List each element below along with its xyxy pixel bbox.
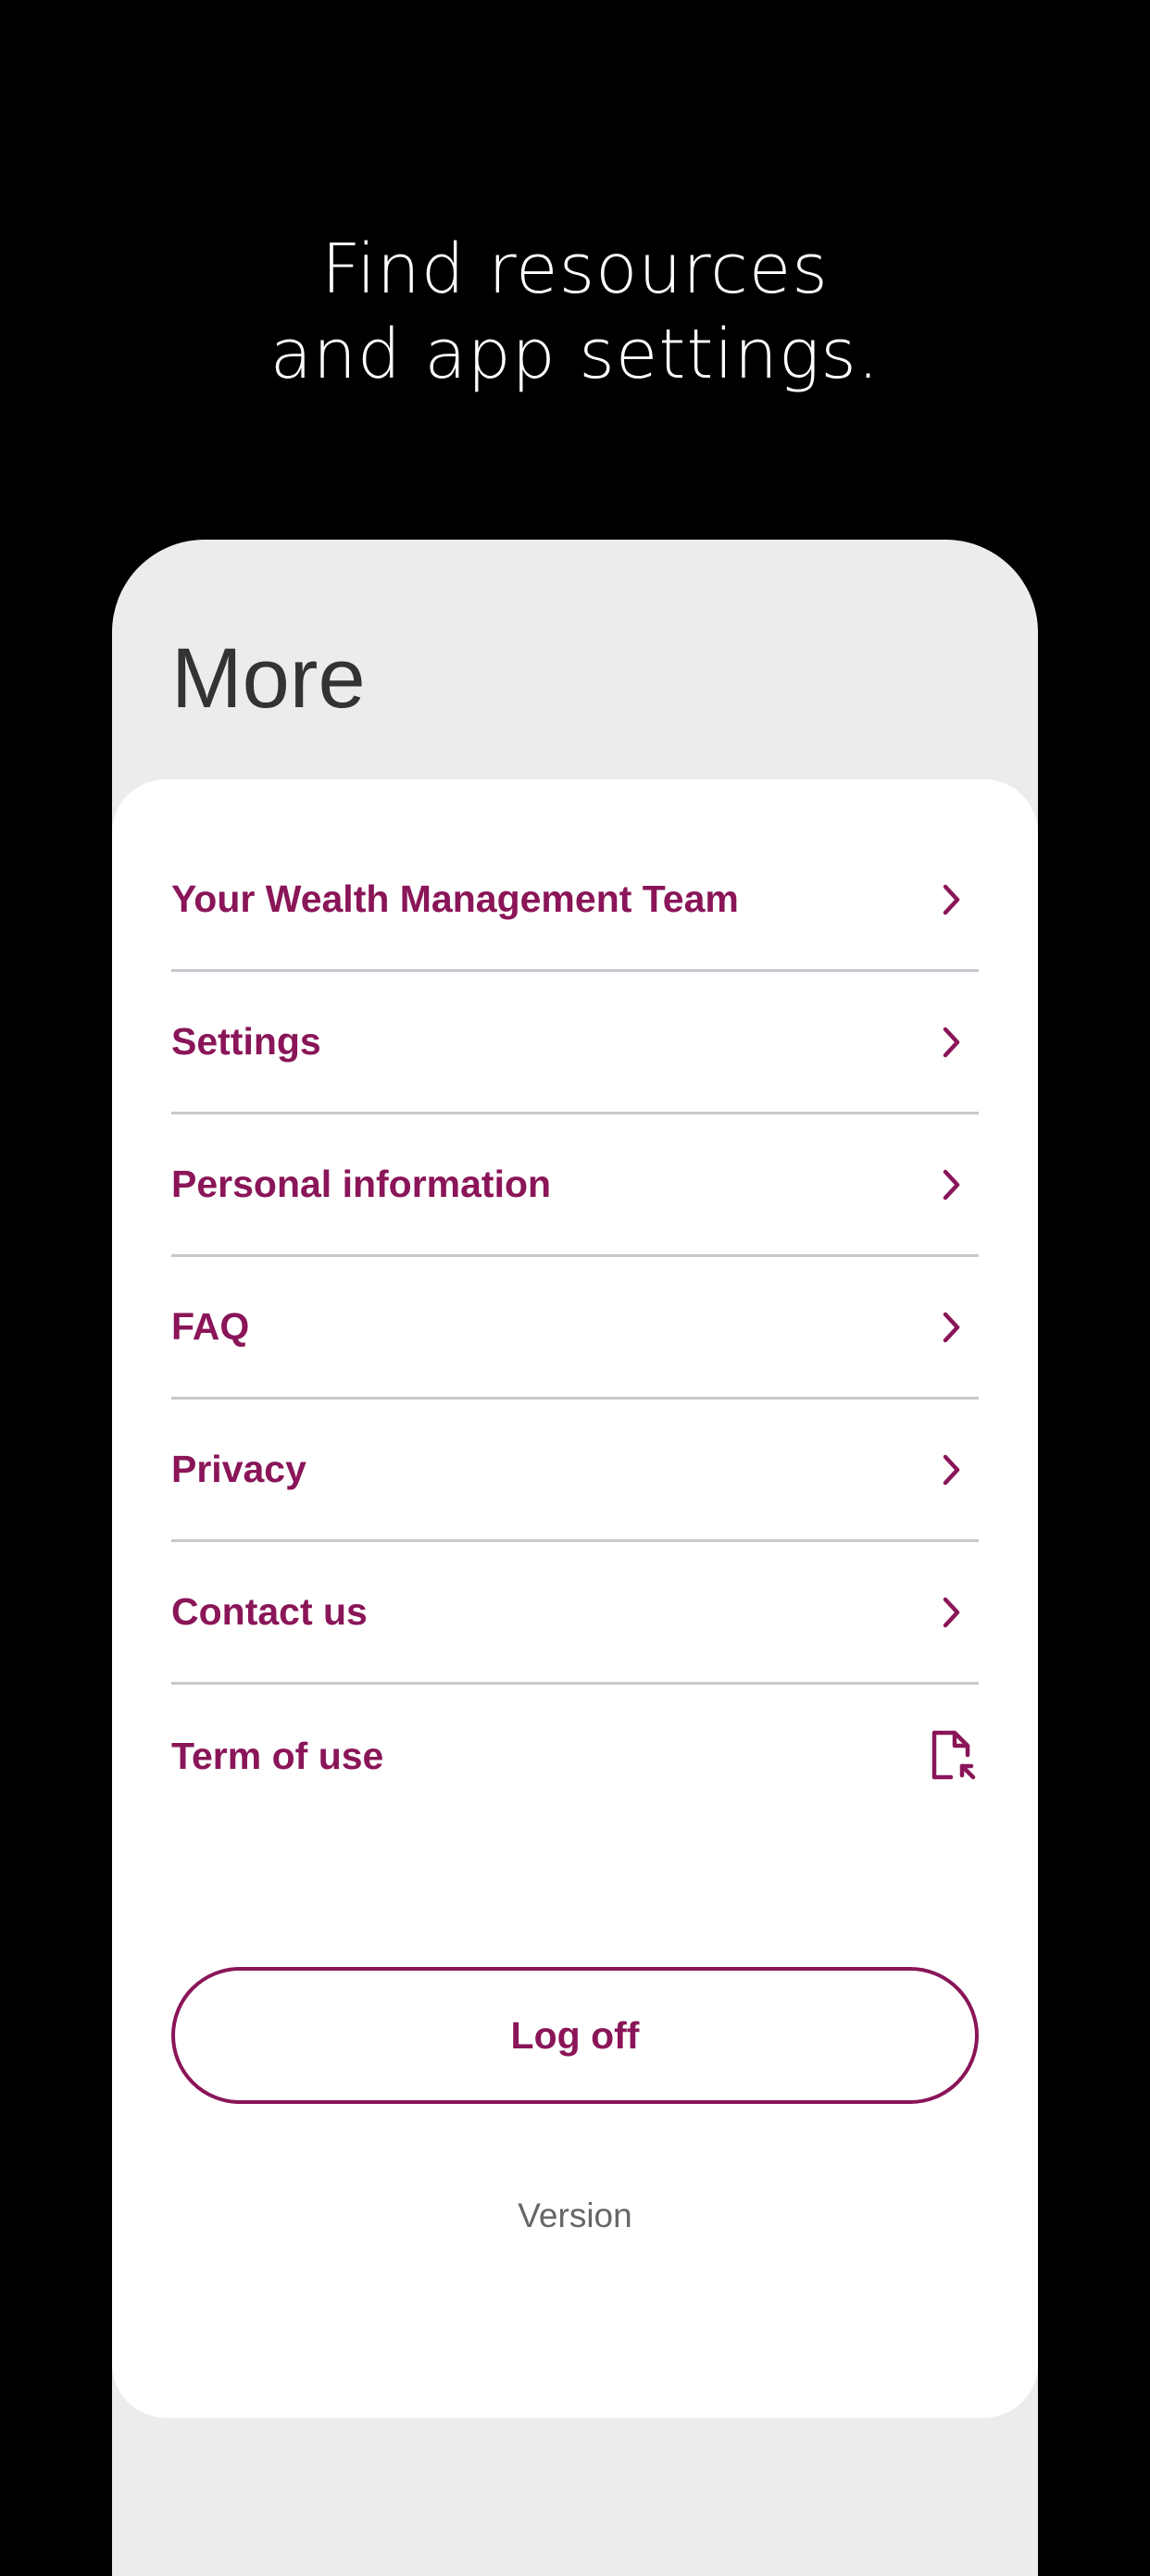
menu-item-contact-us[interactable]: Contact us bbox=[171, 1542, 979, 1685]
menu-item-label: Privacy bbox=[171, 1448, 306, 1490]
chevron-right-icon bbox=[938, 1309, 966, 1346]
page-title: More bbox=[171, 631, 366, 726]
menu-item-label: Settings bbox=[171, 1020, 321, 1063]
chevron-right-icon bbox=[938, 1594, 966, 1631]
chevron-right-icon bbox=[938, 1024, 966, 1061]
menu-item-label: Term of use bbox=[171, 1734, 384, 1777]
version-label: Version bbox=[518, 2196, 632, 2234]
menu-item-label: Contact us bbox=[171, 1590, 368, 1633]
chevron-right-icon bbox=[938, 881, 966, 918]
chevron-right-icon bbox=[938, 1166, 966, 1203]
log-off-button[interactable]: Log off bbox=[171, 1967, 979, 2104]
menu-item-term-of-use[interactable]: Term of use bbox=[171, 1685, 979, 1827]
menu-item-personal-information[interactable]: Personal information bbox=[171, 1114, 979, 1257]
promo-headline-line-1: Find resources bbox=[321, 229, 829, 309]
menu-item-settings[interactable]: Settings bbox=[171, 972, 979, 1114]
menu-item-label: Personal information bbox=[171, 1163, 552, 1205]
promo-headline: Find resources and app settings. bbox=[0, 227, 1150, 397]
menu-item-label: Your Wealth Management Team bbox=[171, 877, 739, 920]
menu-item-faq[interactable]: FAQ bbox=[171, 1257, 979, 1400]
menu-item-privacy[interactable]: Privacy bbox=[171, 1400, 979, 1542]
menu-item-wealth-management-team[interactable]: Your Wealth Management Team bbox=[171, 829, 979, 972]
app-screen: More Your Wealth Management Team Setting… bbox=[112, 540, 1038, 2576]
promo-headline-line-2: and app settings. bbox=[269, 314, 881, 394]
chevron-right-icon bbox=[938, 1451, 966, 1488]
menu-list: Your Wealth Management Team Settings Per… bbox=[171, 829, 979, 1827]
external-document-icon bbox=[929, 1729, 979, 1783]
menu-item-label: FAQ bbox=[171, 1305, 250, 1348]
menu-card: Your Wealth Management Team Settings Per… bbox=[112, 779, 1038, 2418]
